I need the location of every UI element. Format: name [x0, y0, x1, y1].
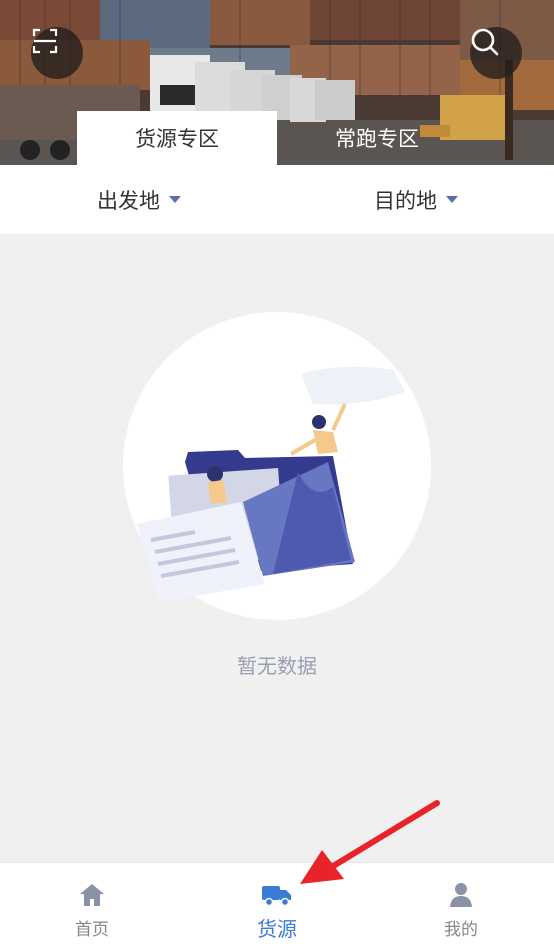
nav-item-mine[interactable]: 我的 — [401, 863, 521, 950]
destination-filter[interactable]: 目的地 — [374, 165, 458, 234]
home-icon — [80, 884, 104, 906]
scan-icon — [32, 28, 58, 54]
nav-goods-label: 货源 — [257, 917, 297, 941]
search-icon — [471, 28, 499, 56]
nav-item-home[interactable]: 首页 — [32, 863, 152, 950]
filter-bar: 出发地 目的地 — [0, 165, 554, 234]
tab-frequent-routes[interactable]: 常跑专区 — [277, 111, 477, 165]
truck-icon — [262, 886, 291, 907]
caret-down-icon — [169, 196, 181, 203]
nav-mine-label: 我的 — [444, 920, 478, 940]
empty-folder-illustration — [137, 366, 405, 602]
header-banner: 货源专区 常跑专区 — [0, 0, 554, 165]
empty-state-message: 暂无数据 — [237, 654, 317, 678]
origin-filter-label: 出发地 — [97, 188, 160, 213]
search-button[interactable] — [470, 27, 522, 79]
tab-goods-zone[interactable]: 货源专区 — [77, 111, 277, 165]
nav-item-goods[interactable]: 货源 — [217, 863, 337, 950]
person-icon — [450, 883, 472, 907]
destination-filter-label: 目的地 — [374, 188, 437, 213]
caret-down-icon — [446, 196, 458, 203]
origin-filter[interactable]: 出发地 — [97, 165, 181, 234]
zone-tabs: 货源专区 常跑专区 — [0, 111, 554, 165]
scan-button[interactable] — [31, 27, 83, 79]
bottom-nav: 首页 货源 我的 — [0, 862, 554, 950]
nav-home-label: 首页 — [75, 920, 109, 940]
